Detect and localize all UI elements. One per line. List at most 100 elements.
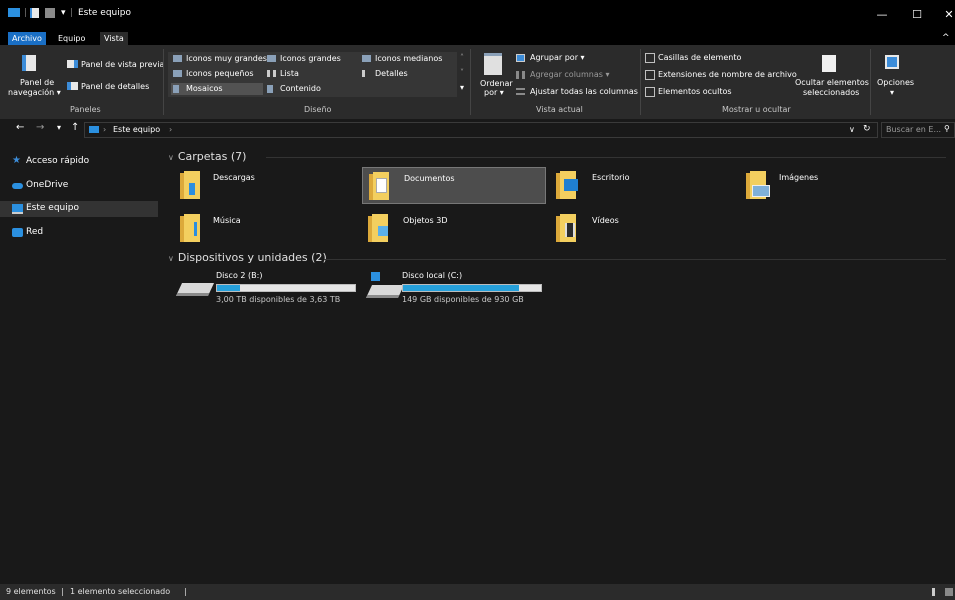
chevron-down-icon: ∨ bbox=[168, 153, 174, 162]
ribbon: Panel de navegación ▾ Panel de vista pre… bbox=[0, 45, 955, 120]
ribbon-separator bbox=[163, 49, 164, 115]
sort-by-button-arrow[interactable]: por ▾ bbox=[484, 88, 504, 97]
navigation-pane-icon[interactable] bbox=[22, 55, 36, 71]
options-button[interactable]: Opciones bbox=[877, 78, 914, 87]
folder-tile-imagenes[interactable]: Imágenes bbox=[746, 167, 930, 204]
group-header-carpetas[interactable]: ∨ Carpetas (7) bbox=[168, 150, 246, 163]
ribbon-tabs: Archivo Equipo Vista ^ bbox=[0, 32, 955, 45]
layout-tiles[interactable]: Mosaicos bbox=[186, 84, 223, 93]
sidebar-item-este-equipo[interactable]: Este equipo bbox=[0, 201, 158, 217]
layout-details[interactable]: Detalles bbox=[375, 69, 408, 78]
group-header-label: Carpetas (7) bbox=[177, 150, 247, 163]
group-header-line bbox=[266, 157, 946, 158]
layout-list[interactable]: Lista bbox=[280, 69, 299, 78]
address-bar[interactable]: › Este equipo › ∨ ↻ bbox=[84, 122, 878, 138]
group-label-mostrar: Mostrar u ocultar bbox=[722, 105, 791, 114]
search-box[interactable]: Buscar en E... ⚲ bbox=[881, 122, 955, 138]
tab-archivo[interactable]: Archivo bbox=[8, 32, 46, 45]
maximize-button[interactable]: ☐ bbox=[903, 4, 931, 26]
folder-tile-documentos[interactable]: Documentos bbox=[362, 167, 546, 204]
layout-large-icons[interactable]: Iconos grandes bbox=[280, 54, 341, 63]
properties-icon[interactable] bbox=[30, 8, 39, 18]
sidebar-item-onedrive[interactable]: OneDrive bbox=[0, 178, 158, 194]
tab-vista[interactable]: Vista bbox=[100, 32, 128, 45]
hide-selected-icon[interactable] bbox=[822, 55, 836, 72]
group-by-button[interactable]: Agrupar por ▾ bbox=[530, 53, 585, 62]
folder-tile-videos[interactable]: Vídeos bbox=[556, 210, 740, 247]
preview-pane-button[interactable]: Panel de vista previa bbox=[81, 60, 164, 69]
address-dropdown-button[interactable]: ∨ bbox=[849, 125, 855, 134]
folder-name: Música bbox=[213, 216, 241, 225]
close-button[interactable]: ✕ bbox=[935, 4, 955, 26]
sidebar-item-label: Red bbox=[26, 227, 44, 237]
file-extensions-label: Extensiones de nombre de archivo bbox=[658, 70, 797, 79]
item-checkboxes-checkbox[interactable] bbox=[645, 53, 655, 63]
group-label-diseno: Diseño bbox=[304, 105, 332, 114]
folder-name: Imágenes bbox=[779, 173, 819, 182]
recent-locations-button[interactable]: ▾ bbox=[57, 123, 61, 132]
desktop-folder-icon bbox=[556, 171, 578, 199]
drive-tile-disco-local[interactable]: Disco local (C:) 149 GB disponibles de 9… bbox=[365, 268, 549, 305]
refresh-button[interactable]: ↻ bbox=[863, 124, 871, 134]
add-columns-button[interactable]: Agregar columnas ▾ bbox=[530, 70, 609, 79]
sort-by-button[interactable]: Ordenar bbox=[480, 79, 513, 88]
group-header-dispositivos[interactable]: ∨ Dispositivos y unidades (2) bbox=[168, 251, 327, 264]
add-columns-icon bbox=[516, 71, 525, 79]
folder-tile-musica[interactable]: Música bbox=[177, 210, 361, 247]
hide-selected-button[interactable]: Ocultar elementos bbox=[795, 78, 869, 87]
quick-access-dropdown[interactable]: ▾ bbox=[61, 8, 66, 18]
hidden-items-checkbox[interactable] bbox=[645, 87, 655, 97]
sidebar-item-acceso-rapido[interactable]: ★ Acceso rápido bbox=[0, 154, 158, 170]
windows-logo-icon bbox=[371, 272, 380, 281]
documents-folder-icon bbox=[369, 172, 389, 200]
layout-scroll-down-icon[interactable]: ˅ bbox=[460, 68, 464, 77]
sort-by-icon[interactable] bbox=[484, 53, 502, 75]
drive-tile-disco-2[interactable]: Disco 2 (B:) 3,00 TB disponibles de 3,63… bbox=[175, 268, 361, 305]
navigation-pane-button-arrow[interactable]: navegación ▾ bbox=[8, 88, 61, 97]
navigation-pane-button[interactable]: Panel de bbox=[20, 78, 54, 87]
preview-pane-icon bbox=[67, 60, 78, 68]
layout-more-icon[interactable]: ▾ bbox=[460, 83, 464, 92]
computer-icon[interactable] bbox=[8, 8, 20, 17]
item-count: 9 elementos bbox=[6, 587, 56, 596]
details-view-icon[interactable] bbox=[932, 588, 940, 596]
search-input[interactable]: Buscar en E... bbox=[886, 125, 941, 134]
folder-name: Descargas bbox=[213, 173, 255, 182]
pictures-folder-icon bbox=[746, 171, 770, 199]
file-extensions-checkbox[interactable] bbox=[645, 70, 655, 80]
content-icon bbox=[267, 85, 273, 93]
new-folder-icon[interactable] bbox=[45, 8, 55, 18]
ribbon-separator bbox=[870, 49, 871, 115]
fit-columns-button[interactable]: Ajustar todas las columnas bbox=[530, 87, 638, 96]
large-icons-view-icon[interactable] bbox=[945, 588, 953, 596]
layout-small-icons[interactable]: Iconos pequeños bbox=[186, 69, 254, 78]
up-button[interactable]: ↑ bbox=[71, 122, 79, 133]
folder-tile-descargas[interactable]: Descargas bbox=[177, 167, 361, 204]
breadcrumb-separator: › bbox=[103, 125, 107, 134]
sidebar-item-red[interactable]: Red bbox=[0, 225, 158, 241]
search-icon: ⚲ bbox=[944, 124, 950, 133]
hide-selected-button-line2[interactable]: seleccionados bbox=[803, 88, 859, 97]
folder-name: Documentos bbox=[404, 174, 455, 183]
back-button[interactable]: ← bbox=[16, 122, 24, 133]
layout-content[interactable]: Contenido bbox=[280, 84, 321, 93]
layout-extra-large-icons[interactable]: Iconos muy grandes bbox=[186, 54, 267, 63]
sidebar-item-label: OneDrive bbox=[26, 180, 69, 190]
ribbon-separator bbox=[470, 49, 471, 115]
forward-button[interactable]: → bbox=[36, 122, 44, 133]
list-icon bbox=[267, 70, 276, 77]
details-pane-button[interactable]: Panel de detalles bbox=[81, 82, 149, 91]
expand-ribbon-button[interactable]: ^ bbox=[938, 32, 954, 45]
folder-tile-objetos-3d[interactable]: Objetos 3D bbox=[362, 210, 546, 247]
folder-tile-escritorio[interactable]: Escritorio bbox=[556, 167, 740, 204]
breadcrumb-este-equipo[interactable]: Este equipo bbox=[113, 125, 160, 134]
options-icon[interactable] bbox=[885, 55, 899, 69]
layout-medium-icons[interactable]: Iconos medianos bbox=[375, 54, 442, 63]
fit-columns-icon bbox=[516, 88, 525, 95]
layout-scroll-up-icon[interactable]: ˄ bbox=[460, 53, 464, 62]
options-dropdown-icon[interactable]: ▾ bbox=[890, 88, 894, 97]
tab-equipo[interactable]: Equipo bbox=[54, 32, 89, 45]
videos-folder-icon bbox=[556, 214, 576, 242]
minimize-button[interactable]: — bbox=[868, 4, 896, 26]
item-checkboxes-label: Casillas de elemento bbox=[658, 53, 742, 62]
